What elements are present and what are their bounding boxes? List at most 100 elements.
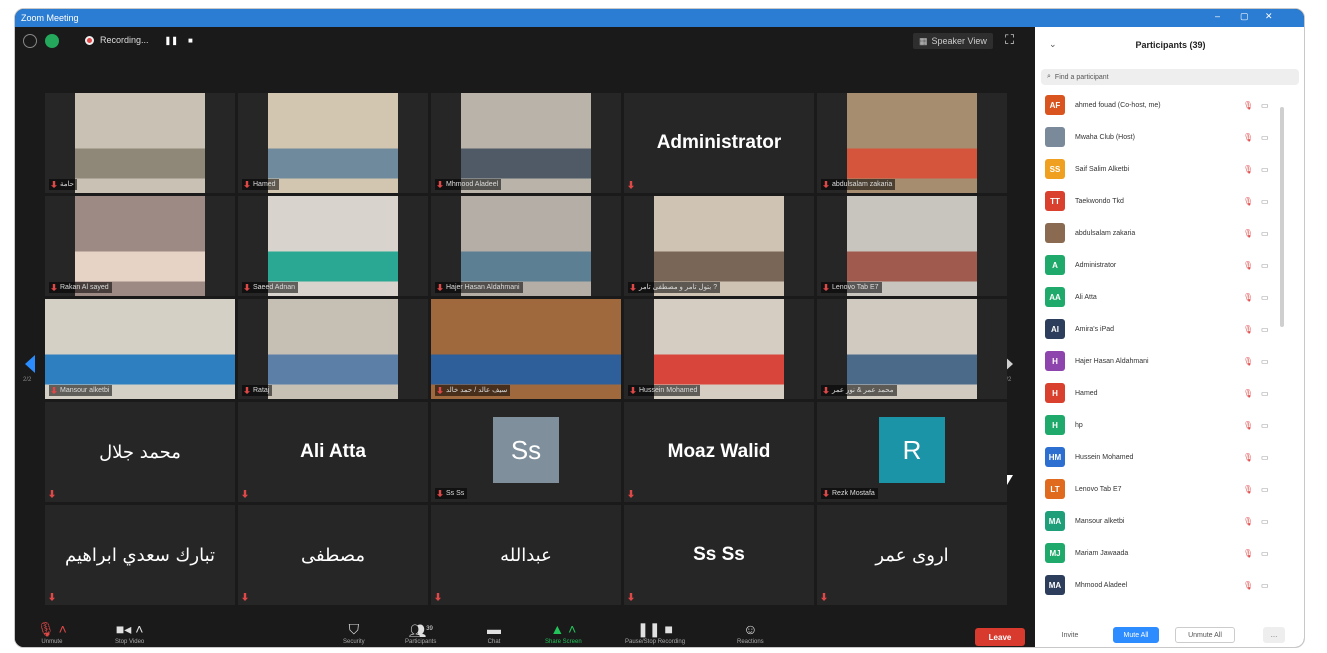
participant-name-label: Rataj — [242, 385, 273, 396]
participant-video-tile[interactable]: Administrator — [624, 93, 814, 193]
camera-feed — [847, 196, 977, 296]
unmute-all-button[interactable]: Unmute All — [1175, 627, 1235, 643]
participant-avatar: H — [1045, 351, 1065, 371]
participant-video-tile[interactable]: سيف عالد / حمد خالد — [431, 299, 621, 399]
minimize-icon[interactable]: – — [1215, 11, 1220, 21]
info-icon[interactable] — [23, 34, 37, 48]
participant-row[interactable]: AF ahmed fouad (Co-host, me) 🎙︎ ▭ — [1035, 89, 1297, 121]
speaker-view-button[interactable]: ▦ Speaker View — [913, 33, 993, 49]
participant-video-tile[interactable]: Ss Ss Ss — [431, 402, 621, 502]
shield-icon[interactable] — [45, 34, 59, 48]
participant-avatar: A — [1045, 255, 1065, 275]
participant-video-tile[interactable]: اروى عمر — [817, 505, 1007, 605]
stop-recording-icon[interactable]: ■ — [188, 36, 193, 45]
participant-row[interactable]: abdulsalam zakaria 🎙︎ ▭ — [1035, 217, 1297, 249]
pause-stop-icon: ❚❚ ■ — [637, 621, 673, 637]
muted-mic-icon: 🎙︎ — [1243, 100, 1254, 110]
participant-name: Ali Atta — [1075, 293, 1097, 301]
participant-row[interactable]: A Administrator 🎙︎ ▭ — [1035, 249, 1297, 281]
participant-video-tile[interactable]: Ss Ss — [624, 505, 814, 605]
participant-video-tile[interactable]: محمد جلال — [45, 402, 235, 502]
participant-name-label: Mansour alketbi — [49, 385, 113, 396]
camera-feed — [847, 299, 977, 399]
participant-video-tile[interactable]: Lenovo Tab E7 — [817, 196, 1007, 296]
participant-avatar: HM — [1045, 447, 1065, 467]
participant-row[interactable]: MA Mansour alketbi 🎙︎ ▭ — [1035, 505, 1297, 537]
participant-avatar: MJ — [1045, 543, 1065, 563]
security-button[interactable]: ⛉ Security — [343, 620, 365, 645]
pause-stop-recording-button[interactable]: ❚❚ ■ Pause/Stop Recording — [625, 620, 685, 645]
leave-button[interactable]: Leave — [975, 628, 1025, 646]
video-camera-icon: ▭ — [1261, 228, 1269, 238]
video-camera-icon: ▭ — [1261, 452, 1269, 462]
chat-button[interactable]: ▬ Chat — [487, 620, 501, 645]
participant-video-tile[interactable]: محمد عمر & نور عمر — [817, 299, 1007, 399]
participant-video-tile[interactable]: مصطفى — [238, 505, 428, 605]
participant-display-name: Ss Ss — [693, 544, 745, 565]
video-camera-icon: ▭ — [1261, 164, 1269, 174]
participant-row[interactable]: Mwaha Club (Host) 🎙︎ ▭ — [1035, 121, 1297, 153]
video-camera-icon: ■◂ ˄ — [115, 621, 144, 637]
stop-video-button[interactable]: ■◂ ˄ Stop Video — [115, 620, 144, 645]
participant-row[interactable]: TT Taekwondo Tkd 🎙︎ ▭ — [1035, 185, 1297, 217]
chat-label: Chat — [487, 639, 501, 645]
participants-button[interactable]: 👥︎39 Participants — [405, 620, 436, 645]
maximize-icon[interactable]: ▢ — [1240, 11, 1249, 22]
participant-avatar: MA — [1045, 511, 1065, 531]
reactions-button[interactable]: ☺ Reactions — [737, 620, 764, 645]
participant-video-tile[interactable]: Mansour alketbi — [45, 299, 235, 399]
participant-name-label: Mhmood Aladeel — [435, 179, 502, 190]
participant-row[interactable]: LT Lenovo Tab E7 🎙︎ ▭ — [1035, 473, 1297, 505]
participant-search-input[interactable]: ⌕ Find a participant — [1041, 69, 1299, 85]
previous-page-arrow-icon[interactable] — [25, 355, 35, 373]
participant-video-tile[interactable]: Hajer Hasan Aldahmani — [431, 196, 621, 296]
participant-row[interactable]: MA Mhmood Aladeel 🎙︎ ▭ — [1035, 569, 1297, 601]
participant-video-tile[interactable]: بتول تامر و مصطفى تامر ? — [624, 196, 814, 296]
camera-feed — [268, 196, 398, 296]
participant-row[interactable]: HM Hussein Mohamed 🎙︎ ▭ — [1035, 441, 1297, 473]
participant-name: Taekwondo Tkd — [1075, 197, 1124, 205]
title-bar: Zoom Meeting – ▢ ✕ — [15, 9, 1304, 27]
fullscreen-icon[interactable]: ⛶ — [1005, 32, 1014, 48]
participant-row[interactable]: AA Ali Atta 🎙︎ ▭ — [1035, 281, 1297, 313]
participant-list-scrollbar[interactable] — [1280, 107, 1284, 327]
participant-avatar: SS — [1045, 159, 1065, 179]
mute-all-button[interactable]: Mute All — [1113, 627, 1159, 643]
participants-label: Participants — [405, 639, 437, 645]
participant-name-label: Lenovo Tab E7 — [821, 282, 882, 293]
page-indicator-left: 2/2 — [23, 377, 32, 383]
invite-button[interactable]: Invite — [1049, 627, 1091, 643]
participant-video-tile[interactable]: Ali Atta — [238, 402, 428, 502]
video-camera-icon: ▭ — [1261, 356, 1269, 366]
share-screen-button[interactable]: ▲ ˄ Share Screen — [545, 620, 582, 645]
security-label: Security — [343, 639, 365, 645]
participant-row[interactable]: MJ Mariam Jawaada 🎙︎ ▭ — [1035, 537, 1297, 569]
participant-video-tile[interactable]: abdulsalam zakaria — [817, 93, 1007, 193]
participant-video-tile[interactable]: Saeed Adnan — [238, 196, 428, 296]
participant-video-tile[interactable]: Hussein Mohamed — [624, 299, 814, 399]
participant-video-tile[interactable]: Mhmood Aladeel — [431, 93, 621, 193]
participant-video-tile[interactable]: تبارك سعدي ابراهيم — [45, 505, 235, 605]
camera-feed — [45, 299, 235, 399]
participant-video-tile[interactable]: Rakan Al sayed — [45, 196, 235, 296]
unmute-button[interactable]: 🎙︎ ˄ Unmute — [37, 620, 67, 645]
muted-mic-icon: 🎙︎ — [1243, 356, 1254, 366]
pause-recording-icon[interactable]: ❚❚ — [165, 36, 178, 45]
close-icon[interactable]: ✕ — [1265, 11, 1273, 22]
participant-row[interactable]: AI Amira's iPad 🎙︎ ▭ — [1035, 313, 1297, 345]
more-options-icon[interactable]: … — [1263, 627, 1285, 643]
participant-row[interactable]: Hhp 🎙︎ ▭ — [1035, 409, 1297, 441]
participant-row[interactable]: SS Saif Salim Alketbi 🎙︎ ▭ — [1035, 153, 1297, 185]
chevron-down-icon[interactable]: ⌄ — [1049, 39, 1057, 50]
participant-video-tile[interactable]: Hamed — [238, 93, 428, 193]
participant-video-tile[interactable]: Rataj — [238, 299, 428, 399]
participant-row[interactable]: H Hajer Hasan Aldahmani 🎙︎ ▭ — [1035, 345, 1297, 377]
participant-video-tile[interactable]: عبدالله — [431, 505, 621, 605]
participant-video-tile[interactable]: Moaz Walid — [624, 402, 814, 502]
share-screen-icon: ▲ ˄ — [550, 621, 577, 637]
participant-video-tile[interactable]: R Rezk Mostafa — [817, 402, 1007, 502]
participant-row[interactable]: H Hamed 🎙︎ ▭ — [1035, 377, 1297, 409]
participant-video-tile[interactable]: حامة — [45, 93, 235, 193]
participant-name: ahmed fouad (Co-host, me) — [1075, 101, 1161, 109]
video-camera-icon: ▭ — [1261, 196, 1269, 206]
